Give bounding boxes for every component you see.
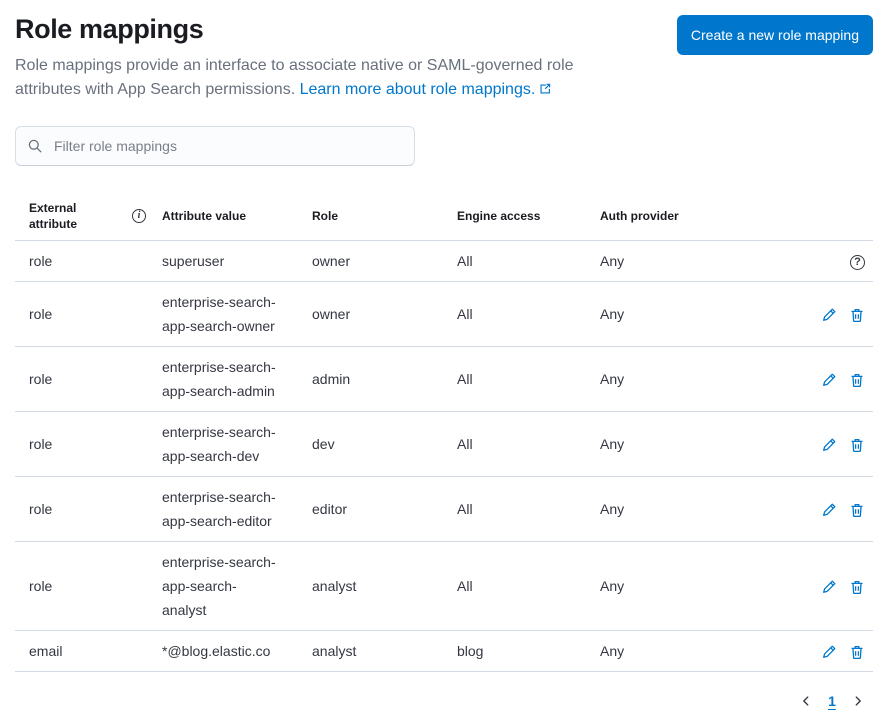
column-header-auth-provider: Auth provider <box>592 192 780 241</box>
cell-actions: ? <box>780 241 873 282</box>
column-header-actions <box>780 192 873 241</box>
table-row: role enterprise-search-app-search-editor… <box>15 477 873 542</box>
cell-actions <box>780 542 873 631</box>
role-mappings-page: Role mappings Role mappings provide an i… <box>0 0 888 714</box>
cell-engine-access: All <box>449 241 592 282</box>
cell-external-attribute: role <box>15 477 154 542</box>
cell-role: owner <box>304 282 449 347</box>
cell-attribute-value: enterprise-search-app-search-dev <box>154 412 304 477</box>
cell-attribute-value: superuser <box>154 241 304 282</box>
help-icon[interactable]: ? <box>850 255 865 270</box>
next-page-button[interactable] <box>845 688 871 714</box>
table-row: role superuser owner All Any ? <box>15 241 873 282</box>
chevron-left-icon <box>799 694 813 708</box>
table-header-row: External attribute i Attribute value Role… <box>15 192 873 241</box>
edit-icon[interactable] <box>821 437 837 453</box>
cell-actions <box>780 477 873 542</box>
page-1-button[interactable]: 1 <box>821 688 843 714</box>
cell-role: admin <box>304 347 449 412</box>
column-header-attribute-value: Attribute value <box>154 192 304 241</box>
cell-role: owner <box>304 241 449 282</box>
cell-attribute-value: enterprise-search-app-search-admin <box>154 347 304 412</box>
cell-auth-provider: Any <box>592 542 780 631</box>
cell-attribute-value: enterprise-search-app-search-analyst <box>154 542 304 631</box>
edit-icon[interactable] <box>821 502 837 518</box>
page-title: Role mappings <box>15 13 640 45</box>
cell-external-attribute: role <box>15 282 154 347</box>
cell-external-attribute: email <box>15 631 154 672</box>
cell-external-attribute: role <box>15 542 154 631</box>
column-header-external-attribute: External attribute i <box>15 192 154 241</box>
edit-icon[interactable] <box>821 372 837 388</box>
cell-role: analyst <box>304 542 449 631</box>
cell-role: analyst <box>304 631 449 672</box>
external-link-icon <box>538 82 552 96</box>
cell-engine-access: All <box>449 542 592 631</box>
cell-attribute-value: enterprise-search-app-search-editor <box>154 477 304 542</box>
create-role-mapping-button[interactable]: Create a new role mapping <box>677 15 873 55</box>
cell-engine-access: All <box>449 412 592 477</box>
delete-icon[interactable] <box>849 307 865 323</box>
column-header-role: Role <box>304 192 449 241</box>
cell-auth-provider: Any <box>592 477 780 542</box>
column-header-label: External attribute <box>29 200 127 232</box>
delete-icon[interactable] <box>849 644 865 660</box>
table-row: role enterprise-search-app-search-owner … <box>15 282 873 347</box>
page-header-text: Role mappings Role mappings provide an i… <box>15 13 640 102</box>
cell-external-attribute: role <box>15 412 154 477</box>
cell-attribute-value: *@blog.elastic.co <box>154 631 304 672</box>
table-body: role superuser owner All Any ? role ente… <box>15 241 873 672</box>
cell-external-attribute: role <box>15 347 154 412</box>
edit-icon[interactable] <box>821 307 837 323</box>
pagination: 1 <box>15 688 873 714</box>
cell-role: editor <box>304 477 449 542</box>
cell-engine-access: All <box>449 347 592 412</box>
page-header: Role mappings Role mappings provide an i… <box>15 13 873 102</box>
delete-icon[interactable] <box>849 502 865 518</box>
cell-engine-access: All <box>449 282 592 347</box>
delete-icon[interactable] <box>849 437 865 453</box>
cell-actions <box>780 282 873 347</box>
role-mappings-table: External attribute i Attribute value Role… <box>15 192 873 672</box>
table-row: role enterprise-search-app-search-dev de… <box>15 412 873 477</box>
learn-more-label: Learn more about role mappings. <box>300 81 536 98</box>
column-header-engine-access: Engine access <box>449 192 592 241</box>
cell-auth-provider: Any <box>592 241 780 282</box>
table-row: role enterprise-search-app-search-analys… <box>15 542 873 631</box>
cell-auth-provider: Any <box>592 412 780 477</box>
cell-auth-provider: Any <box>592 347 780 412</box>
cell-attribute-value: enterprise-search-app-search-owner <box>154 282 304 347</box>
cell-actions <box>780 347 873 412</box>
table-row: email *@blog.elastic.co analyst blog Any <box>15 631 873 672</box>
previous-page-button[interactable] <box>793 688 819 714</box>
delete-icon[interactable] <box>849 372 865 388</box>
learn-more-link[interactable]: Learn more about role mappings. <box>300 81 553 98</box>
filter-bar <box>15 126 415 166</box>
info-icon[interactable]: i <box>132 209 146 223</box>
cell-actions <box>780 631 873 672</box>
chevron-right-icon <box>851 694 865 708</box>
cell-external-attribute: role <box>15 241 154 282</box>
edit-icon[interactable] <box>821 579 837 595</box>
cell-role: dev <box>304 412 449 477</box>
page-description: Role mappings provide an interface to as… <box>15 54 640 102</box>
cell-engine-access: All <box>449 477 592 542</box>
cell-auth-provider: Any <box>592 282 780 347</box>
cell-auth-provider: Any <box>592 631 780 672</box>
table-row: role enterprise-search-app-search-admin … <box>15 347 873 412</box>
cell-engine-access: blog <box>449 631 592 672</box>
edit-icon[interactable] <box>821 644 837 660</box>
filter-input[interactable] <box>15 126 415 166</box>
cell-actions <box>780 412 873 477</box>
delete-icon[interactable] <box>849 579 865 595</box>
